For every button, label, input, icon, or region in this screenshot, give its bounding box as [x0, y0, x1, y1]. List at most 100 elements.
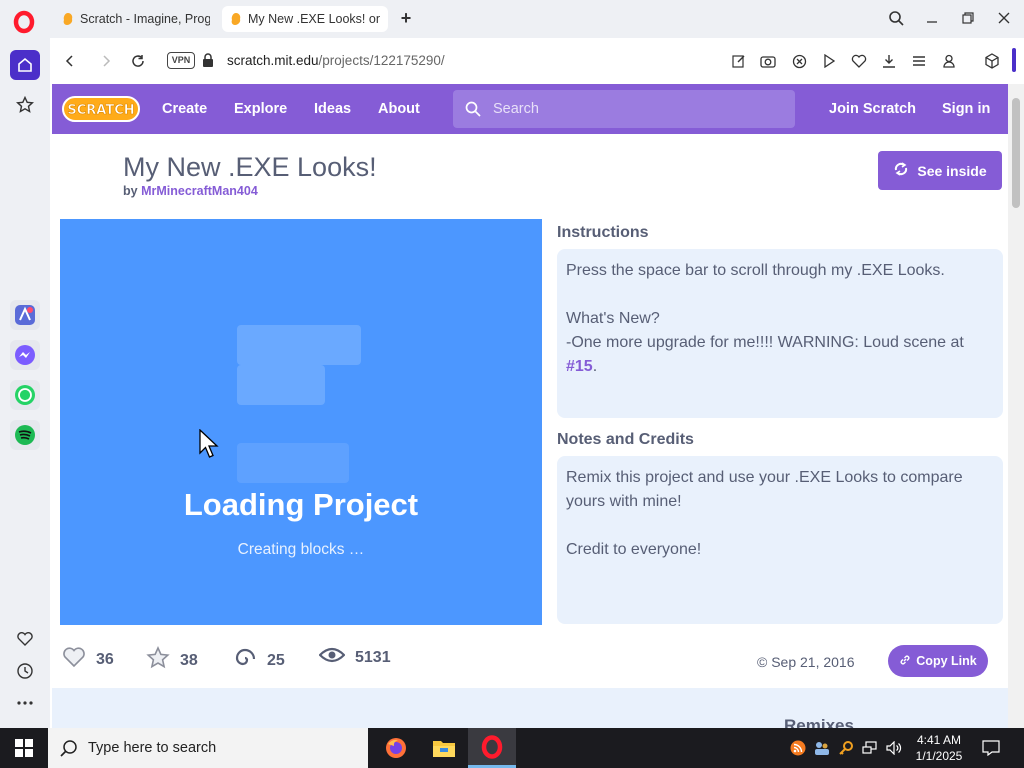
opera-taskbar-icon[interactable]	[468, 728, 516, 768]
loading-block-shape	[237, 443, 349, 483]
copy-link-label: Copy Link	[916, 654, 977, 668]
rss-tray-icon[interactable]	[788, 738, 808, 758]
tab-scratch-home[interactable]: Scratch - Imagine, Program	[54, 6, 218, 32]
favorite-heart-icon[interactable]	[849, 51, 869, 71]
page-scrollbar[interactable]	[1008, 84, 1024, 728]
nav-explore[interactable]: Explore	[234, 101, 287, 117]
instructions-line: What's New?	[566, 310, 660, 327]
loading-block-shape	[237, 325, 361, 365]
clock-time: 4:41 AM	[916, 733, 962, 747]
messenger-icon[interactable]	[10, 340, 40, 370]
more-dots-icon[interactable]	[10, 688, 40, 718]
network-tray-icon[interactable]	[860, 738, 880, 758]
taskbar-clock[interactable]: 4:41 AM 1/1/2025	[910, 732, 968, 764]
project-stats-row: 36 38 25 5131 © Sep 21, 2016 Copy Link	[52, 638, 1008, 678]
url-text[interactable]: scratch.mit.edu/projects/122175290/	[227, 53, 445, 68]
search-icon	[465, 101, 481, 122]
instructions-box: Press the space bar to scroll through my…	[557, 249, 1003, 418]
scratch-favicon-icon	[230, 12, 242, 26]
scratch-search-input[interactable]: Search	[453, 90, 795, 128]
reload-icon[interactable]	[128, 51, 148, 71]
forward-icon[interactable]	[96, 51, 116, 71]
search-tabs-icon[interactable]	[886, 8, 906, 28]
taskbar-search-placeholder: Type here to search	[88, 740, 217, 756]
camera-icon[interactable]	[758, 51, 778, 71]
hashtag-link[interactable]: #15	[566, 358, 593, 375]
bookmarks-star-icon[interactable]	[10, 90, 40, 120]
notes-line: Credit to everyone!	[566, 541, 702, 558]
opera-logo-icon[interactable]	[12, 10, 36, 34]
tab-project[interactable]: My New .EXE Looks! on Scratch	[222, 6, 388, 32]
tab-title: Scratch - Imagine, Program	[80, 12, 210, 26]
project-page: My New .EXE Looks! by MrMinecraftMan404 …	[52, 134, 1008, 688]
aria-ai-icon[interactable]	[10, 300, 40, 330]
whatsapp-icon[interactable]	[10, 380, 40, 410]
lock-icon[interactable]	[202, 53, 214, 72]
windows-start-icon[interactable]	[0, 728, 48, 768]
nav-create[interactable]: Create	[162, 101, 207, 117]
browser-sidebar	[0, 38, 50, 728]
nav-sign-in[interactable]: Sign in	[942, 101, 990, 117]
spotify-icon[interactable]	[10, 420, 40, 450]
new-tab-button[interactable]: +	[396, 8, 416, 29]
close-window-icon[interactable]	[994, 8, 1014, 28]
copy-link-button[interactable]: Copy Link	[888, 645, 988, 677]
scratch-favicon-icon	[62, 12, 74, 26]
file-explorer-icon[interactable]	[420, 728, 468, 768]
notes-credits-box: Remix this project and use your .EXE Loo…	[557, 456, 1003, 624]
scratch-logo-text: SCRATCH	[67, 103, 134, 118]
firefox-icon[interactable]	[372, 728, 420, 768]
instructions-end: .	[592, 358, 598, 375]
remix-arrows-icon	[893, 161, 909, 180]
project-title: My New .EXE Looks!	[123, 152, 377, 182]
taskbar-search-box[interactable]: Type here to search	[48, 728, 368, 768]
scrollbar-thumb[interactable]	[1012, 98, 1020, 208]
remix-swirl-icon	[233, 646, 257, 675]
adblock-icon[interactable]	[789, 51, 809, 71]
love-count: 36	[96, 650, 114, 668]
project-byline: by MrMinecraftMan404	[123, 184, 258, 198]
page-viewport: SCRATCH Create Explore Ideas About Searc…	[52, 84, 1008, 728]
love-stat[interactable]: 36	[62, 646, 114, 673]
notifications-icon[interactable]	[981, 738, 1001, 758]
sidebar-accent-bar	[1012, 48, 1016, 72]
extensions-cube-icon[interactable]	[975, 41, 1009, 81]
eye-icon	[318, 646, 346, 669]
search-placeholder: Search	[493, 101, 539, 117]
nav-ideas[interactable]: Ideas	[314, 101, 351, 117]
by-label: by	[123, 184, 138, 198]
loading-project-text: Loading Project	[183, 487, 419, 522]
love-heart-icon	[62, 646, 86, 673]
mouse-cursor-icon	[199, 428, 219, 464]
minimize-icon[interactable]	[922, 8, 942, 28]
loading-block-shape	[237, 365, 325, 405]
favorite-star-icon	[146, 646, 170, 675]
url-domain: scratch.mit.edu	[227, 53, 319, 68]
key-tray-icon[interactable]	[836, 738, 856, 758]
edit-page-icon[interactable]	[729, 51, 749, 71]
project-stage-player[interactable]: Loading Project Creating blocks …	[60, 219, 542, 625]
vpn-badge[interactable]: VPN	[167, 52, 195, 69]
nav-join-scratch[interactable]: Join Scratch	[829, 101, 916, 117]
instructions-line: Press the space bar to scroll through my…	[566, 262, 945, 279]
favorite-stat[interactable]: 38	[146, 646, 198, 675]
clock-date: 1/1/2025	[915, 749, 963, 763]
author-link[interactable]: MrMinecraftMan404	[141, 184, 258, 198]
volume-icon[interactable]	[884, 738, 904, 758]
scratch-logo[interactable]: SCRATCH	[62, 96, 140, 122]
history-clock-icon[interactable]	[10, 656, 40, 686]
network-people-tray-icon[interactable]	[812, 738, 832, 758]
instructions-line: -One more upgrade for me!!!! WARNING: Lo…	[566, 334, 964, 351]
home-icon[interactable]	[10, 50, 40, 80]
download-icon[interactable]	[879, 51, 899, 71]
scratch-navbar: SCRATCH Create Explore Ideas About Searc…	[52, 84, 1008, 134]
restore-icon[interactable]	[958, 8, 978, 28]
easy-setup-icon[interactable]	[909, 51, 929, 71]
play-icon[interactable]	[819, 51, 839, 71]
heart-icon[interactable]	[10, 624, 40, 654]
profile-icon[interactable]	[939, 51, 959, 71]
see-inside-button[interactable]: See inside	[878, 151, 1002, 190]
nav-about[interactable]: About	[378, 101, 420, 117]
views-stat: 5131	[318, 646, 391, 669]
back-icon[interactable]	[60, 51, 80, 71]
